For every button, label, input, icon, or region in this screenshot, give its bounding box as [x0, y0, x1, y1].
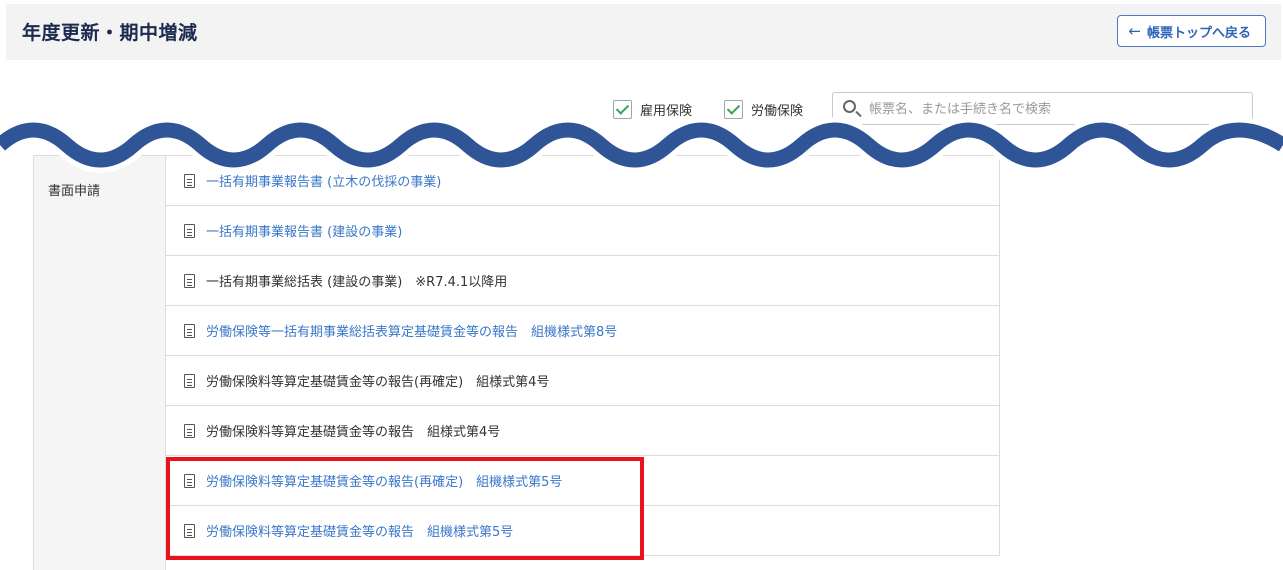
document-icon: [184, 473, 195, 488]
form-label: 一括有期事業総括表 (建設の事業) ※R7.4.1以降用: [206, 275, 508, 290]
form-link[interactable]: 労働保険料等算定基礎賃金等の報告 組機様式第5号: [206, 521, 513, 540]
document-icon: [184, 423, 195, 438]
forms-table: 書面申請 一括有期事業報告書 (立木の伐採の事業) 一括有期事業報告書 (建設の事…: [33, 155, 1000, 570]
form-link[interactable]: 一括有期事業報告書 (建設の事業): [206, 221, 402, 240]
back-to-forms-top-button[interactable]: ← 帳票トップへ戻る: [1117, 15, 1266, 47]
document-icon: [184, 523, 195, 538]
form-label: 労働保険料等算定基礎賃金等の報告 組様式第4号: [206, 425, 501, 440]
table-row: 労働保険料等算定基礎賃金等の報告(再確定) 組様式第4号: [166, 356, 999, 406]
form-link[interactable]: 労働保険料等算定基礎賃金等の報告(再確定) 組機様式第5号: [206, 471, 562, 490]
page: 年度更新・期中増減 ← 帳票トップへ戻る 雇用保険 労働保険 書面申請 一括有期…: [0, 0, 1283, 570]
table-row: 労働保険料等算定基礎賃金等の報告 組様式第4号: [166, 406, 999, 456]
form-label: 労働保険料等算定基礎賃金等の報告(再確定) 組様式第4号: [206, 375, 550, 390]
table-row[interactable]: 労働保険等一括有期事業総括表算定基礎賃金等の報告 組機様式第8号: [166, 306, 999, 356]
page-title: 年度更新・期中増減: [22, 22, 198, 44]
table-row: 一括有期事業総括表 (建設の事業) ※R7.4.1以降用: [166, 256, 999, 306]
document-icon: [184, 173, 195, 188]
table-row[interactable]: 労働保険料等算定基礎賃金等の報告(再確定) 組機様式第5号: [166, 456, 999, 506]
form-link[interactable]: 労働保険等一括有期事業総括表算定基礎賃金等の報告 組機様式第8号: [206, 321, 617, 340]
arrow-left-icon: ←: [1128, 22, 1141, 40]
document-icon: [184, 223, 195, 238]
document-icon: [184, 373, 195, 388]
back-button-label: 帳票トップへ戻る: [1146, 25, 1251, 41]
page-header: 年度更新・期中増減 ← 帳票トップへ戻る: [6, 4, 1281, 60]
table-row[interactable]: 労働保険料等算定基礎賃金等の報告 組機様式第5号: [166, 506, 999, 556]
document-icon: [184, 323, 195, 338]
wave-divider: [0, 117, 1283, 173]
table-row[interactable]: 一括有期事業報告書 (建設の事業): [166, 206, 999, 256]
form-list: 一括有期事業報告書 (立木の伐採の事業) 一括有期事業報告書 (建設の事業) 一括有…: [166, 156, 1000, 556]
category-label: 書面申請: [48, 184, 101, 199]
category-cell: 書面申請: [34, 156, 166, 570]
document-icon: [184, 273, 195, 288]
